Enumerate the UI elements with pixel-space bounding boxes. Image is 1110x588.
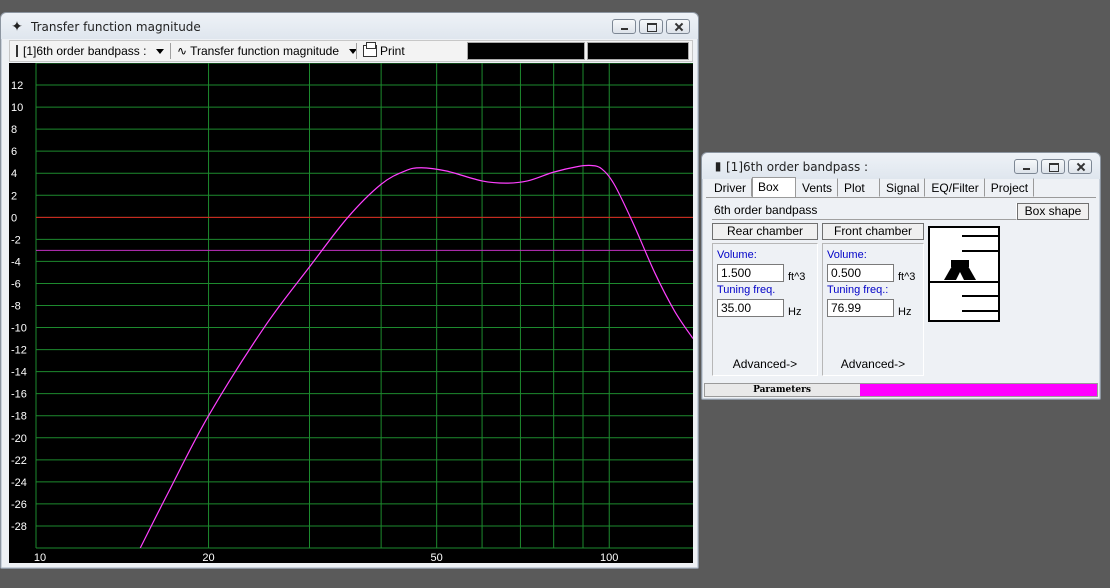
y-tick-label: -24 bbox=[11, 477, 27, 489]
status-bar: Parameters bbox=[704, 383, 1098, 397]
front-tuning-unit: Hz bbox=[898, 306, 912, 318]
y-tick-label: -10 bbox=[11, 323, 27, 335]
rear-chamber-group: Volume: 1.500 ft^3 Tuning freq. 35.00 Hz… bbox=[712, 243, 818, 376]
tab-eq-filter[interactable]: EQ/Filter bbox=[925, 178, 985, 197]
y-tick-label: -6 bbox=[11, 278, 21, 290]
y-tick-label: -8 bbox=[11, 301, 21, 313]
maximize-button[interactable] bbox=[1041, 159, 1065, 174]
box-shape-button[interactable]: Box shape bbox=[1017, 203, 1089, 220]
plot-type-label: Transfer function magnitude bbox=[190, 44, 340, 58]
tab-plot[interactable]: Plot bbox=[838, 178, 881, 197]
status-label: Parameters bbox=[753, 385, 811, 395]
tab-vents[interactable]: Vents bbox=[796, 178, 839, 197]
rear-tuning-label: Tuning freq. bbox=[717, 284, 776, 296]
front-tuning-label: Tuning freq.: bbox=[827, 284, 889, 296]
y-tick-label: 0 bbox=[11, 212, 17, 224]
y-tick-label: -28 bbox=[11, 521, 27, 533]
waveform-icon: ∿ bbox=[177, 44, 188, 58]
box-tab-panel: 6th order bandpass Box shape Rear chambe… bbox=[706, 197, 1096, 381]
main-toolbar: [1]6th order bandpass : ∿ Transfer funct… bbox=[9, 40, 693, 62]
project-dropdown[interactable]: [1]6th order bandpass : bbox=[10, 41, 170, 61]
main-title-bar[interactable]: ✦ Transfer function magnitude bbox=[1, 13, 698, 39]
tab-driver[interactable]: Driver bbox=[708, 178, 752, 197]
rear-volume-label: Volume: bbox=[717, 249, 757, 261]
transfer-function-window: ✦ Transfer function magnitude [1]6th ord… bbox=[0, 12, 699, 569]
series-line bbox=[139, 164, 693, 548]
tab-project[interactable]: Project bbox=[985, 178, 1035, 197]
project-dropdown-label: [1]6th order bandpass : bbox=[23, 44, 147, 58]
y-tick-label: -16 bbox=[11, 389, 27, 401]
y-tick-label: -22 bbox=[11, 455, 27, 467]
x-tick-label: 100 bbox=[600, 552, 618, 563]
x-tick-label: 50 bbox=[431, 552, 443, 563]
print-button[interactable]: Print bbox=[357, 41, 461, 61]
front-volume-unit: ft^3 bbox=[898, 271, 916, 283]
y-tick-label: -12 bbox=[11, 345, 27, 357]
y-tick-label: -14 bbox=[11, 367, 27, 379]
project-icon bbox=[16, 45, 18, 57]
tab-signal[interactable]: Signal bbox=[880, 178, 926, 197]
front-chamber-group: Volume: 0.500 ft^3 Tuning freq.: 76.99 H… bbox=[822, 243, 924, 376]
box-diagram-drawing bbox=[930, 235, 998, 312]
minimize-button[interactable] bbox=[612, 19, 636, 34]
document-icon: ▮ bbox=[714, 159, 722, 173]
rear-advanced-button[interactable]: Advanced-> bbox=[713, 357, 817, 371]
crosshair-icon: ✦ bbox=[11, 18, 23, 34]
y-tick-label: 2 bbox=[11, 190, 17, 202]
box-parameters-window: ▮ [1]6th order bandpass : Driver Box Ven… bbox=[701, 152, 1101, 400]
close-button[interactable] bbox=[666, 19, 690, 34]
printer-icon bbox=[363, 42, 377, 57]
rear-tuning-unit: Hz bbox=[788, 306, 802, 318]
rear-chamber-header[interactable]: Rear chamber bbox=[712, 223, 818, 240]
minimize-button[interactable] bbox=[1014, 159, 1038, 174]
x-tick-label: 10 bbox=[34, 552, 46, 563]
y-tick-label: -20 bbox=[11, 433, 27, 445]
side-title-bar[interactable]: ▮ [1]6th order bandpass : bbox=[702, 153, 1100, 179]
close-button[interactable] bbox=[1068, 159, 1092, 174]
y-tick-label: 4 bbox=[11, 168, 17, 180]
y-tick-label: 6 bbox=[11, 146, 17, 158]
y-tick-label: -26 bbox=[11, 499, 27, 511]
bandpass-box-diagram bbox=[928, 226, 1000, 322]
tab-box[interactable]: Box bbox=[752, 177, 796, 198]
y-tick-label: -18 bbox=[11, 411, 27, 423]
y-tick-label: 12 bbox=[11, 80, 23, 92]
y-tick-label: 8 bbox=[11, 124, 17, 136]
maximize-button[interactable] bbox=[639, 19, 663, 34]
magnitude-plot[interactable]: 12 10 8 6 4 2 0 -2 -4 -6 -8 -10 -12 -14 -16 -18 -20 -22 -2… bbox=[9, 63, 693, 563]
y-tick-label: -4 bbox=[11, 256, 21, 268]
rear-volume-unit: ft^3 bbox=[788, 271, 806, 283]
x-tick-label: 20 bbox=[202, 552, 214, 563]
print-label: Print bbox=[380, 44, 405, 58]
status-progress-bar bbox=[860, 384, 1097, 396]
front-volume-label: Volume: bbox=[827, 249, 867, 261]
chart-canvas: 121086420-2-4-6-8-10-12-14-16-18-20-22-2… bbox=[11, 63, 693, 563]
front-volume-input[interactable]: 0.500 bbox=[827, 264, 894, 282]
rear-volume-input[interactable]: 1.500 bbox=[717, 264, 784, 282]
y-tick-label: 10 bbox=[11, 102, 23, 114]
front-tuning-input[interactable]: 76.99 bbox=[827, 299, 894, 317]
readout-box-1 bbox=[467, 42, 585, 60]
y-tick-label: -2 bbox=[11, 234, 21, 246]
rear-tuning-input[interactable]: 35.00 bbox=[717, 299, 784, 317]
front-advanced-button[interactable]: Advanced-> bbox=[823, 357, 923, 371]
main-window-title: Transfer function magnitude bbox=[31, 20, 201, 34]
side-window-title: [1]6th order bandpass : bbox=[726, 160, 869, 174]
chevron-down-icon bbox=[156, 48, 165, 54]
plot-type-dropdown[interactable]: ∿ Transfer function magnitude bbox=[171, 41, 358, 61]
front-chamber-header[interactable]: Front chamber bbox=[822, 223, 924, 240]
box-type-field[interactable]: 6th order bandpass bbox=[712, 203, 1017, 220]
readout-box-2 bbox=[587, 42, 689, 60]
tab-strip: Driver Box Vents Plot Signal EQ/Filter P… bbox=[708, 177, 1035, 198]
